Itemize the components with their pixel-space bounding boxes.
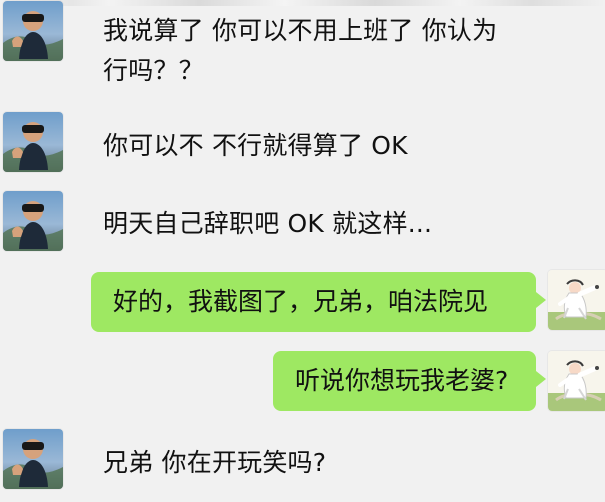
right-avatar[interactable] — [548, 270, 605, 330]
cropped-header-strip — [0, 0, 605, 6]
left-avatar[interactable] — [3, 429, 63, 489]
message-1-line-1: 我说算了 你可以不用上班了 你认为 — [103, 16, 498, 45]
person-photo-avatar-icon — [3, 429, 63, 489]
message-6-text: 兄弟 你在开玩笑吗? — [103, 448, 327, 477]
left-avatar[interactable] — [3, 112, 63, 172]
outgoing-message-text: 好的，我截图了，兄弟，咱法院见 — [113, 287, 489, 316]
outgoing-message-text: 听说你想玩我老婆? — [295, 366, 509, 395]
person-photo-avatar-icon — [3, 191, 63, 251]
cartoon-character-avatar-icon — [548, 351, 605, 411]
left-avatar[interactable] — [3, 1, 63, 61]
message-1-text: 我说算了 你可以不用上班了 你认为 行吗？？ — [103, 11, 553, 91]
message-1-line-2: 行吗？？ — [103, 56, 204, 85]
outgoing-message-bubble[interactable]: 好的，我截图了，兄弟，咱法院见 — [91, 272, 546, 332]
left-avatar[interactable] — [3, 191, 63, 251]
right-avatar[interactable] — [548, 351, 605, 411]
person-photo-avatar-icon — [3, 1, 63, 61]
message-2-text: 你可以不 不行就得算了 OK — [103, 131, 408, 160]
person-photo-avatar-icon — [3, 112, 63, 172]
cartoon-character-avatar-icon — [548, 270, 605, 330]
outgoing-message-bubble[interactable]: 听说你想玩我老婆? — [273, 351, 546, 411]
message-3-text: 明天自己辞职吧 OK 就这样... — [103, 209, 433, 238]
